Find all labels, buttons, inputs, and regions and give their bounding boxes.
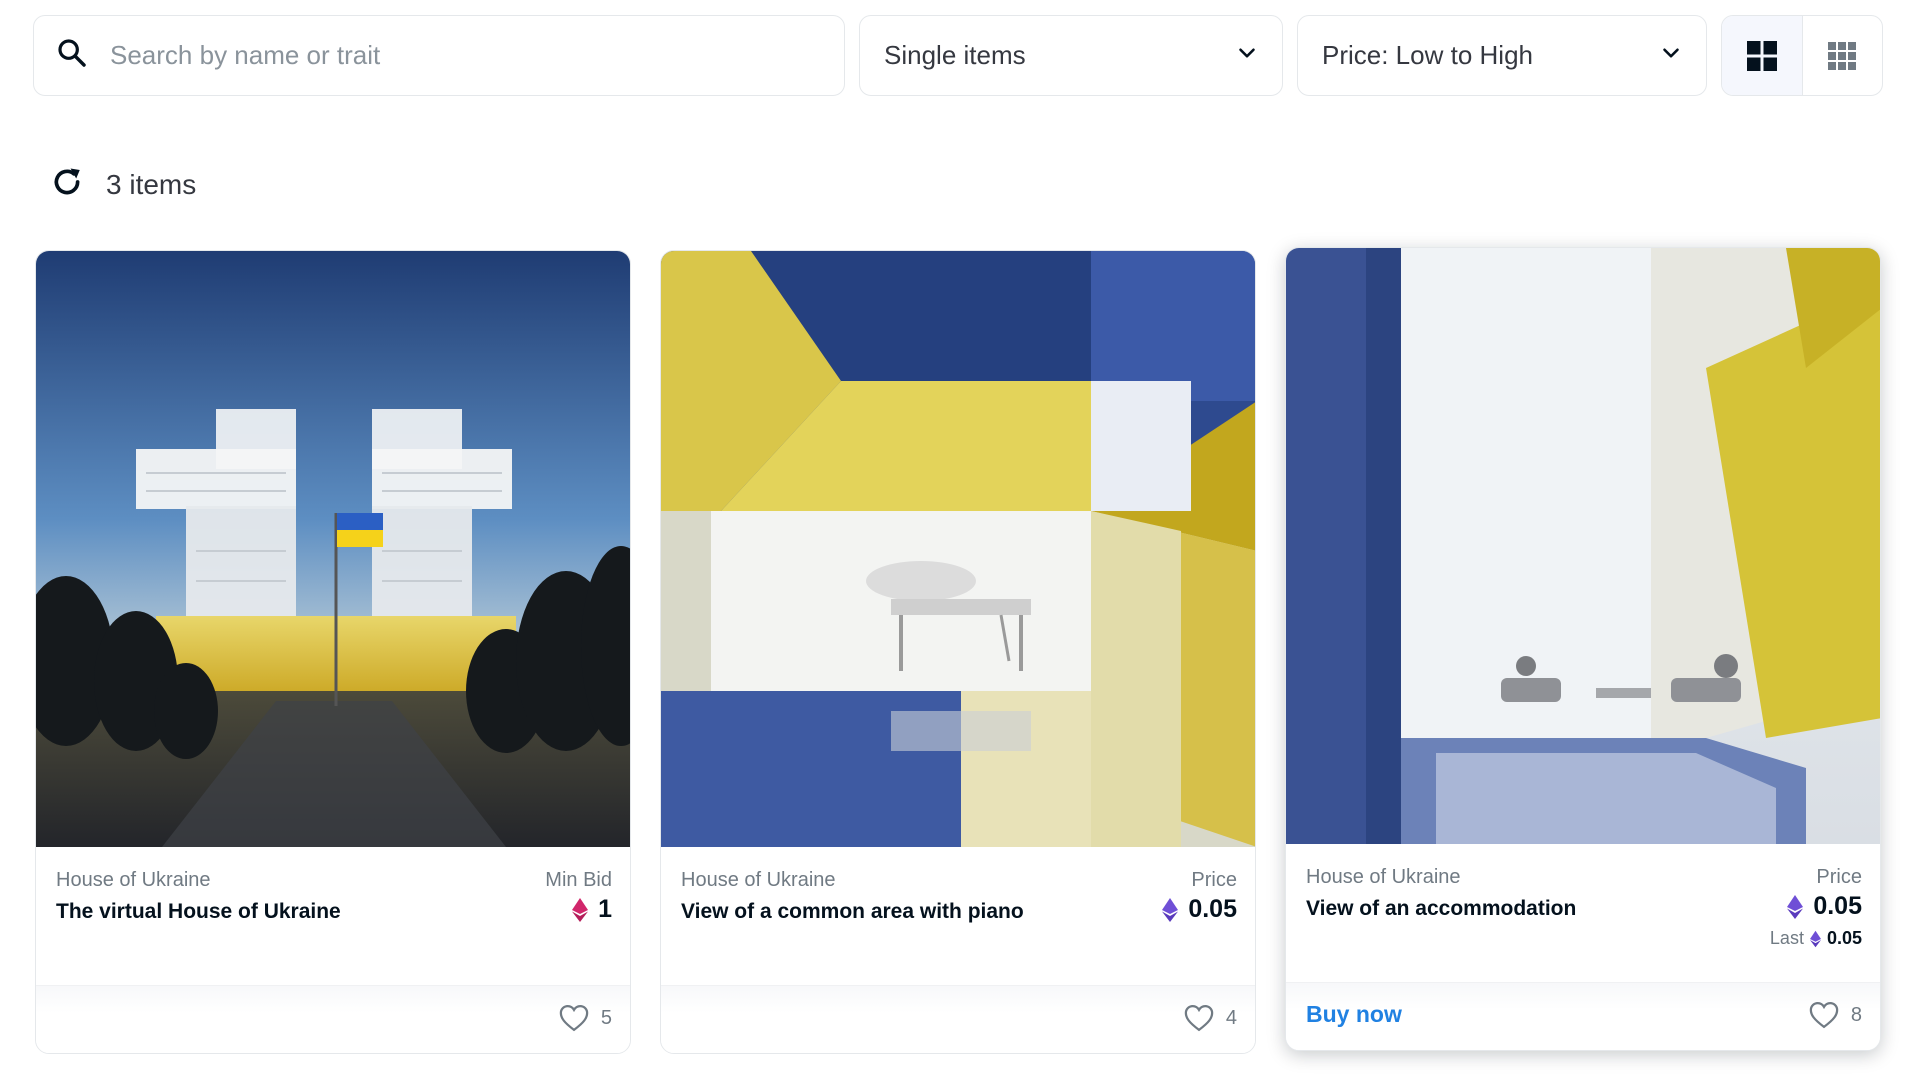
favorite-button[interactable]: 5	[559, 1004, 612, 1032]
search-input[interactable]	[110, 40, 790, 71]
eth-icon	[1787, 894, 1804, 919]
compact-grid-icon	[1828, 41, 1857, 70]
heart-icon	[1184, 1004, 1214, 1032]
item-type-select-value: Single items	[884, 40, 1026, 70]
card-footer: Buy now 8	[1286, 982, 1880, 1050]
favorite-count: 8	[1850, 1003, 1862, 1026]
price-amount: 0.05	[1813, 892, 1862, 920]
price-value: 0.05	[1162, 895, 1237, 924]
price-label: Price	[1191, 869, 1237, 891]
sort-select-value: Price: Low to High	[1322, 40, 1533, 70]
nft-image-house-exterior[interactable]	[36, 251, 630, 847]
card-info: House of Ukraine The virtual House of Uk…	[36, 847, 630, 987]
chevron-down-icon	[1658, 40, 1684, 71]
item-type-select[interactable]: Single items	[859, 15, 1283, 96]
chevron-down-icon	[1234, 40, 1260, 71]
collection-name[interactable]: House of Ukraine	[1306, 866, 1461, 889]
search-box[interactable]	[33, 15, 845, 96]
favorite-count: 5	[600, 1006, 612, 1029]
nft-image-accommodation[interactable]	[1286, 248, 1880, 844]
price-amount: 0.05	[1188, 895, 1237, 923]
favorite-button[interactable]: 8	[1809, 1001, 1862, 1029]
favorite-button[interactable]: 4	[1184, 1004, 1237, 1032]
last-sale-amount: 0.05	[1826, 928, 1862, 948]
item-name: The virtual House of Ukraine	[56, 900, 341, 923]
large-grid-icon	[1746, 40, 1777, 71]
eth-icon	[1809, 930, 1821, 947]
filter-toolbar: Single items Price: Low to High	[33, 15, 1883, 96]
price-label: Min Bid	[545, 869, 612, 891]
compact-grid-view-button[interactable]	[1803, 16, 1883, 95]
price-value: 1	[572, 895, 612, 924]
result-bar: 3 items	[50, 165, 196, 204]
last-sale: Last 0.05	[1770, 928, 1862, 949]
nft-card[interactable]: House of Ukraine The virtual House of Uk…	[35, 250, 631, 1054]
nft-card[interactable]: House of Ukraine View of an accommodatio…	[1285, 247, 1881, 1051]
item-name: View of a common area with piano	[681, 900, 1024, 923]
search-icon	[56, 37, 88, 74]
card-info: House of Ukraine View of an accommodatio…	[1286, 844, 1880, 984]
card-footer: 5	[36, 985, 630, 1053]
sort-select[interactable]: Price: Low to High	[1297, 15, 1707, 96]
heart-icon	[1809, 1001, 1839, 1029]
nft-card[interactable]: House of Ukraine View of a common area w…	[660, 250, 1256, 1054]
eth-icon	[1162, 897, 1179, 922]
card-info: House of Ukraine View of a common area w…	[661, 847, 1255, 987]
refresh-icon[interactable]	[50, 165, 84, 204]
large-grid-view-button[interactable]	[1722, 16, 1803, 95]
item-name: View of an accommodation	[1306, 897, 1577, 920]
price-label: Price	[1816, 866, 1862, 888]
buy-now-button[interactable]: Buy now	[1306, 1001, 1402, 1028]
card-footer: 4	[661, 985, 1255, 1053]
collection-name[interactable]: House of Ukraine	[56, 869, 211, 892]
weth-icon	[572, 897, 589, 922]
last-sale-label: Last	[1769, 928, 1804, 948]
nft-image-piano-room[interactable]	[661, 251, 1255, 847]
heart-icon	[559, 1004, 589, 1032]
favorite-count: 4	[1225, 1006, 1237, 1029]
price-value: 0.05	[1787, 892, 1862, 921]
item-count: 3 items	[106, 168, 197, 200]
price-amount: 1	[598, 895, 612, 923]
view-mode-toggle	[1721, 15, 1883, 96]
collection-name[interactable]: House of Ukraine	[681, 869, 836, 892]
